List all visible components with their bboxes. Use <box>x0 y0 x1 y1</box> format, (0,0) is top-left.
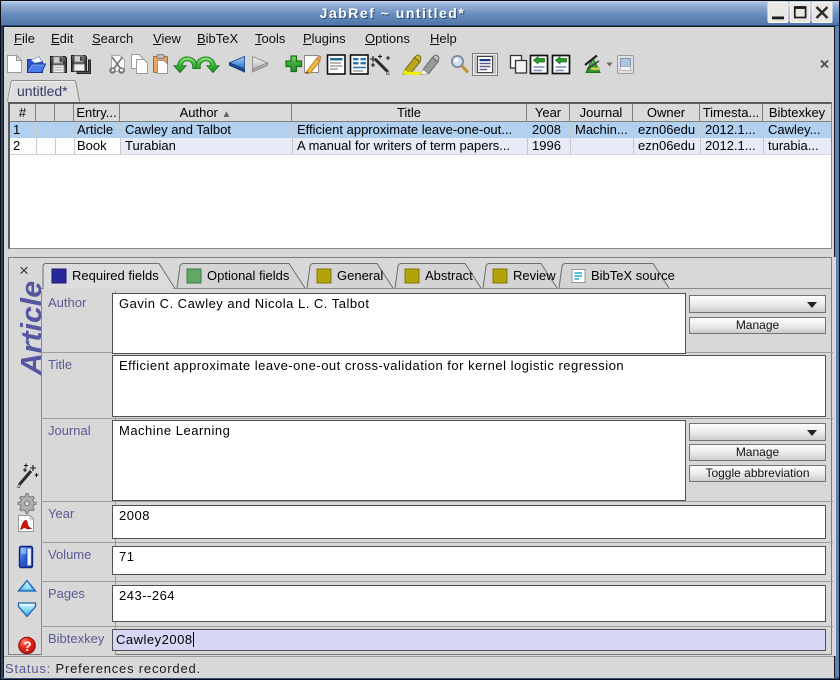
svg-text:Abstract: Abstract <box>425 268 473 283</box>
svg-text:Article: Article <box>16 281 44 376</box>
svg-text:Review: Review <box>513 268 556 283</box>
svg-text:Optional fields: Optional fields <box>207 268 290 283</box>
svg-text:?: ? <box>23 639 31 654</box>
svg-text:untitled*: untitled* <box>17 83 68 99</box>
svg-text:Required fields: Required fields <box>72 268 159 283</box>
svg-text:BibTeX source: BibTeX source <box>591 268 675 283</box>
svg-text:General: General <box>337 268 383 283</box>
